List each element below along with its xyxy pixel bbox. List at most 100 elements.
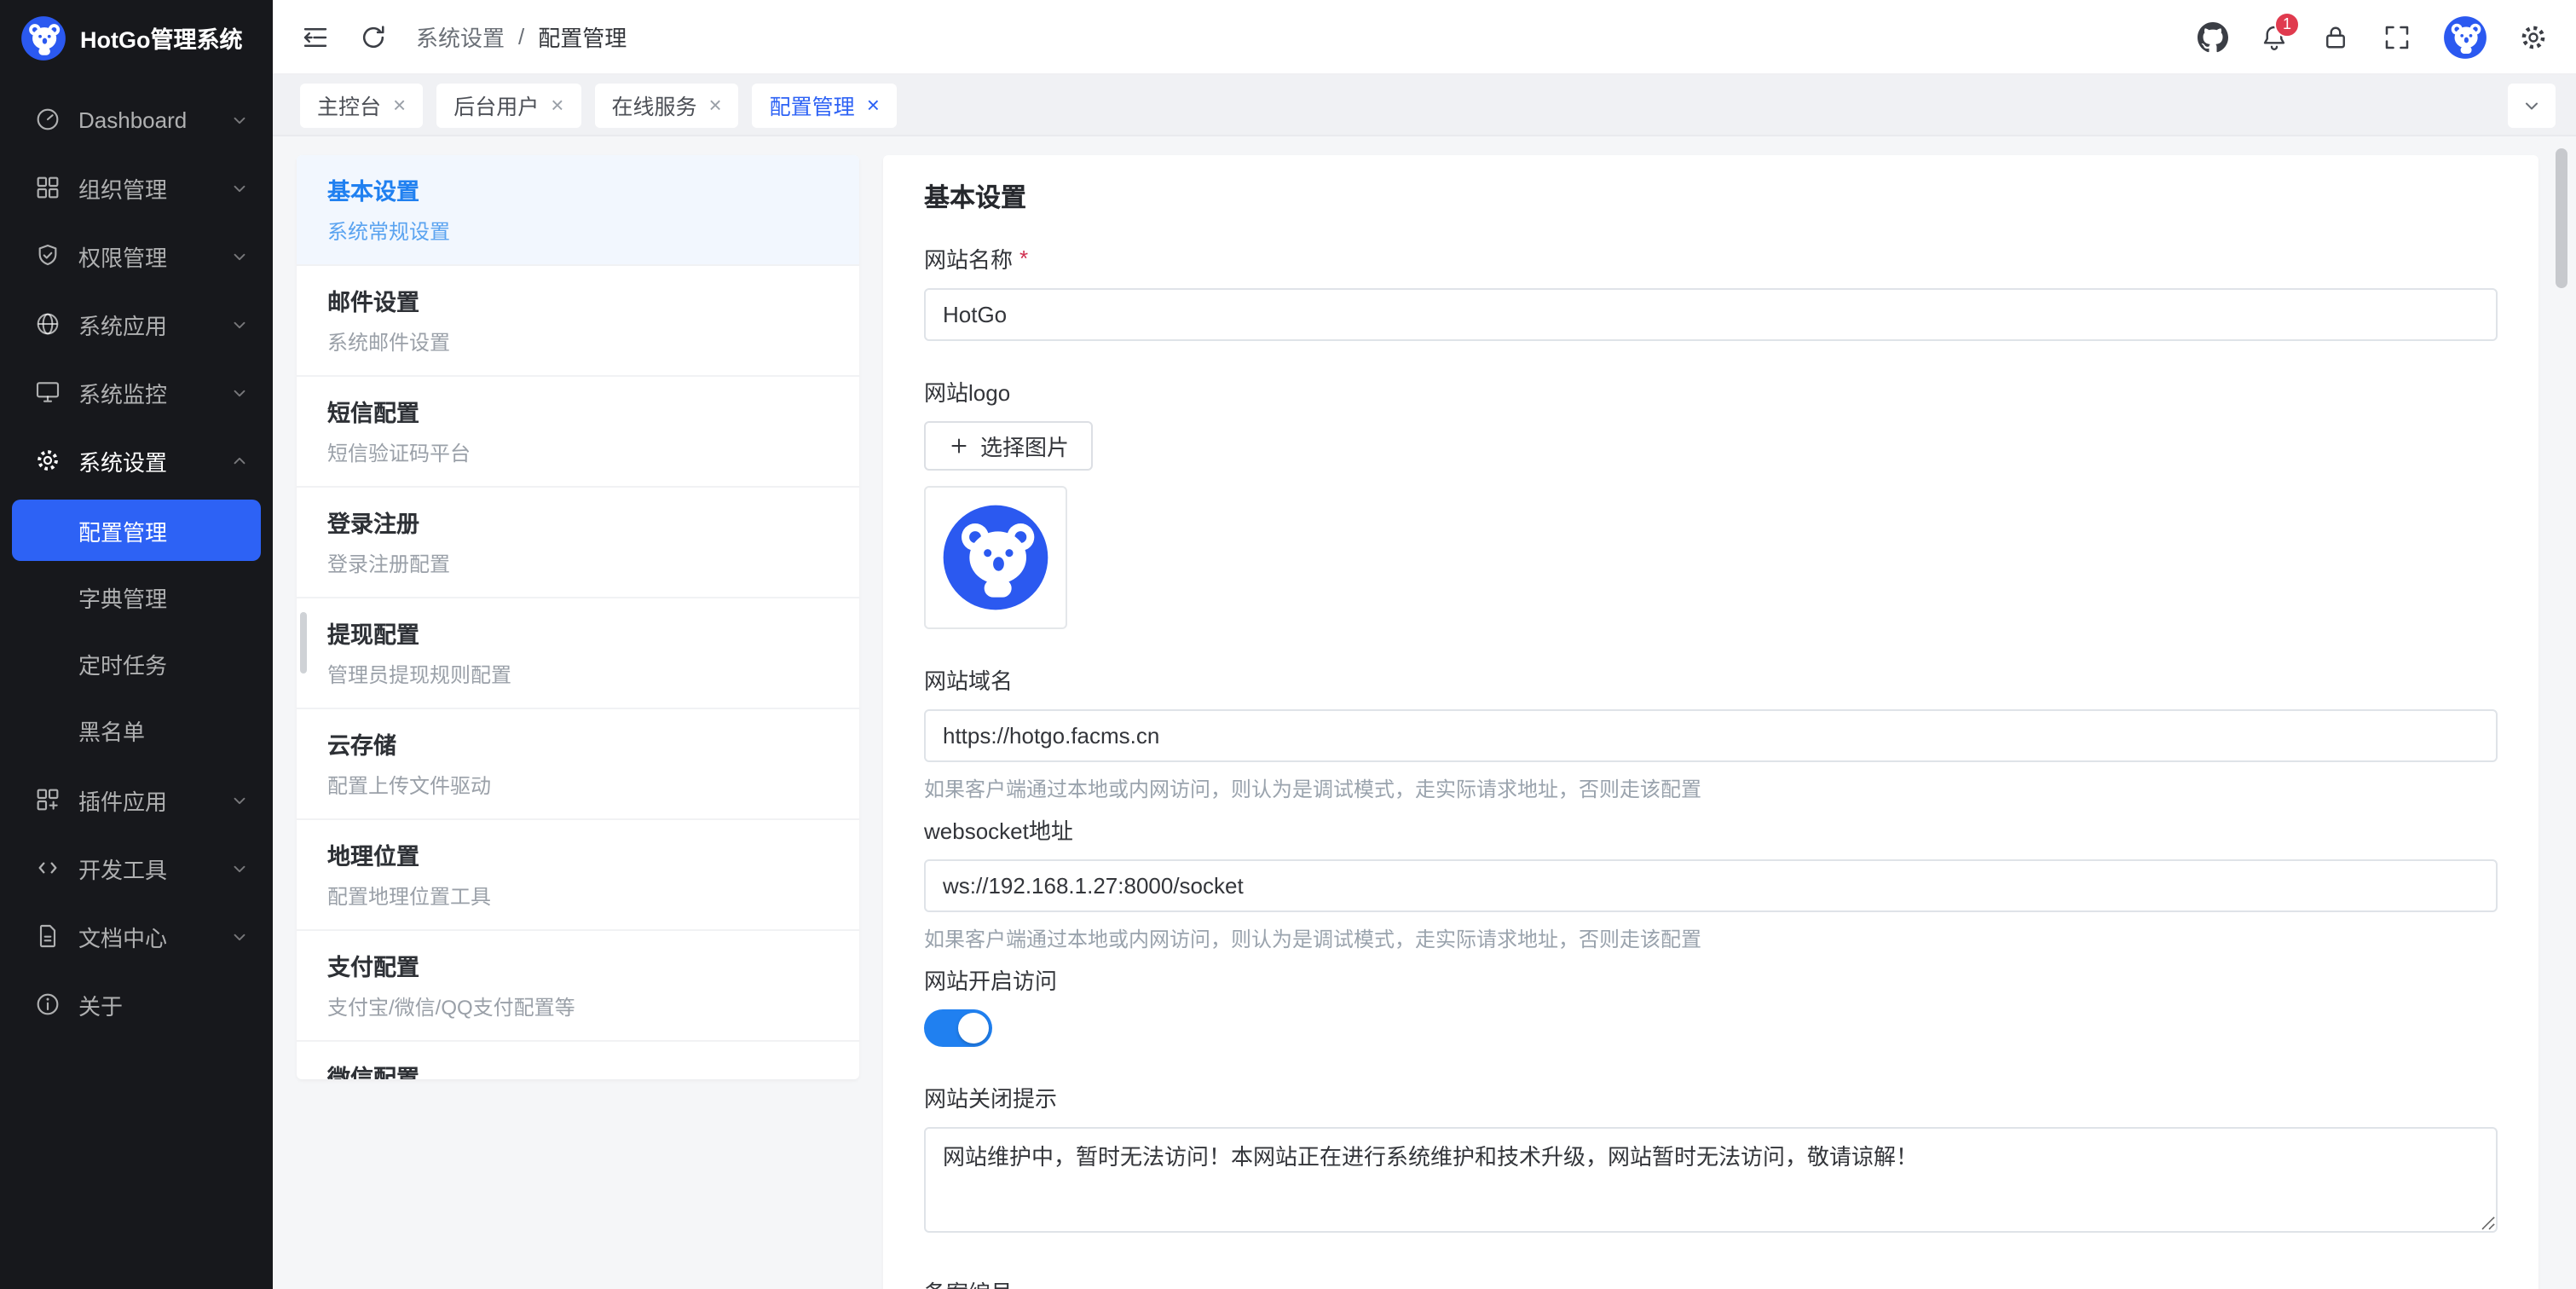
- settings-item-withdraw[interactable]: 提现配置 管理员提现规则配置: [297, 598, 859, 709]
- document-icon: [34, 922, 61, 950]
- logo-preview: [924, 486, 1067, 629]
- gear-icon: [34, 447, 61, 474]
- site-open-toggle[interactable]: [924, 1009, 992, 1047]
- sidebar-item-config-mgmt[interactable]: 配置管理: [12, 500, 261, 561]
- chevron-down-icon: [230, 110, 249, 129]
- tab-close-icon[interactable]: ×: [708, 94, 721, 116]
- chevron-down-icon: [230, 790, 249, 809]
- menu-fold-icon[interactable]: [300, 21, 331, 52]
- chevron-down-icon: [230, 178, 249, 197]
- settings-item-wechat[interactable]: 微信配置 公众号/开放平台/小程序配置等: [297, 1042, 859, 1079]
- monitor-icon: [34, 379, 61, 406]
- choose-image-button[interactable]: 选择图片: [924, 421, 1093, 471]
- tab-dashboard[interactable]: 主控台 ×: [300, 83, 423, 127]
- settings-item-email[interactable]: 邮件设置 系统邮件设置: [297, 266, 859, 377]
- tab-config-mgmt[interactable]: 配置管理 ×: [753, 83, 897, 127]
- page-scrollbar-thumb[interactable]: [2556, 148, 2567, 288]
- sidebar-item-devtools[interactable]: 开发工具: [0, 834, 273, 902]
- app-logo-icon: [20, 14, 66, 61]
- sidebar-submenu-settings: 配置管理 字典管理 定时任务 黑名单: [0, 500, 273, 760]
- github-icon[interactable]: [2198, 21, 2228, 52]
- header-actions: 1: [2198, 14, 2549, 59]
- settings-item-cloud-storage[interactable]: 云存储 配置上传文件驱动: [297, 709, 859, 820]
- shield-icon: [34, 242, 61, 269]
- sidebar-item-cron[interactable]: 定时任务: [12, 633, 261, 694]
- top-header: 系统设置 / 配置管理 1: [273, 0, 2576, 75]
- sidebar-item-about[interactable]: 关于: [0, 970, 273, 1038]
- main-column: 系统设置 / 配置管理 1 主控台 ×: [273, 0, 2576, 1289]
- tab-actions-dropdown[interactable]: [2508, 83, 2556, 127]
- content-area: 基本设置 系统常规设置 邮件设置 系统邮件设置 短信配置 短信验证码平台 登录注…: [273, 136, 2576, 1289]
- websocket-input[interactable]: [924, 859, 2498, 912]
- tab-online-service[interactable]: 在线服务 ×: [594, 83, 738, 127]
- chevron-down-icon: [230, 927, 249, 945]
- chevron-down-icon: [230, 858, 249, 877]
- close-tip-label: 网站关闭提示: [924, 1081, 2498, 1113]
- sidebar-item-settings[interactable]: 系统设置: [0, 426, 273, 494]
- site-logo-label: 网站logo: [924, 375, 2498, 408]
- plugin-icon: [34, 786, 61, 813]
- site-logo-image: [941, 503, 1050, 612]
- basic-settings-form: 基本设置 网站名称* 网站logo 选择图片 网站域名 如果客户端通过本地或内网…: [883, 155, 2538, 1289]
- breadcrumb-link-settings[interactable]: 系统设置: [416, 20, 505, 53]
- fullscreen-icon[interactable]: [2382, 21, 2412, 52]
- sidebar-menu: Dashboard 组织管理 权限管理 系统应用 系统监控: [0, 75, 273, 1038]
- sidebar-item-dashboard[interactable]: Dashboard: [0, 85, 273, 153]
- lock-icon[interactable]: [2320, 21, 2351, 52]
- panel-scrollbar-thumb[interactable]: [300, 612, 307, 673]
- close-tip-textarea[interactable]: 网站维护中，暂时无法访问！本网站正在进行系统维护和技术升级，网站暂时无法访问，敬…: [924, 1127, 2498, 1233]
- breadcrumb-current: 配置管理: [538, 20, 627, 53]
- tab-close-icon[interactable]: ×: [551, 94, 563, 116]
- app-logo-row[interactable]: HotGo管理系统: [0, 0, 273, 75]
- settings-item-basic[interactable]: 基本设置 系统常规设置: [297, 155, 859, 266]
- sidebar-item-sysapp[interactable]: 系统应用: [0, 290, 273, 358]
- sidebar-item-dict-mgmt[interactable]: 字典管理: [12, 566, 261, 627]
- sidebar-item-monitor[interactable]: 系统监控: [0, 358, 273, 426]
- gear-icon[interactable]: [2518, 21, 2549, 52]
- globe-icon: [34, 310, 61, 338]
- icp-label: 备案编号: [924, 1275, 2498, 1289]
- notification-button[interactable]: 1: [2259, 21, 2290, 52]
- app-window: HotGo管理系统 Dashboard 组织管理 权限管理 系统应用: [0, 0, 2576, 1289]
- refresh-icon[interactable]: [358, 21, 389, 52]
- plus-icon: [948, 435, 970, 457]
- sidebar-item-permission[interactable]: 权限管理: [0, 222, 273, 290]
- sidebar-item-plugins[interactable]: 插件应用: [0, 766, 273, 834]
- breadcrumb-separator: /: [518, 24, 524, 49]
- required-mark: *: [1019, 246, 1028, 271]
- breadcrumb: 系统设置 / 配置管理: [416, 20, 627, 53]
- tab-close-icon[interactable]: ×: [393, 94, 406, 116]
- settings-item-sms[interactable]: 短信配置 短信验证码平台: [297, 377, 859, 488]
- info-icon: [34, 991, 61, 1018]
- settings-item-payment[interactable]: 支付配置 支付宝/微信/QQ支付配置等: [297, 931, 859, 1042]
- site-domain-label: 网站域名: [924, 663, 2498, 696]
- tab-strip: 主控台 × 后台用户 × 在线服务 × 配置管理 ×: [273, 75, 2576, 136]
- org-grid-icon: [34, 174, 61, 201]
- chevron-down-icon: [2521, 95, 2542, 115]
- site-name-input[interactable]: [924, 288, 2498, 341]
- site-domain-help: 如果客户端通过本地或内网访问，则认为是调试模式，走实际请求地址，否则走该配置: [924, 774, 2498, 803]
- websocket-label: websocket地址: [924, 813, 2498, 846]
- settings-item-geo[interactable]: 地理位置 配置地理位置工具: [297, 820, 859, 931]
- chevron-down-icon: [230, 383, 249, 402]
- avatar[interactable]: [2443, 14, 2487, 59]
- section-title: 基本设置: [924, 179, 2498, 215]
- toggle-knob: [958, 1013, 989, 1043]
- site-name-label: 网站名称*: [924, 242, 2498, 275]
- site-open-label: 网站开启访问: [924, 963, 2498, 996]
- tab-close-icon[interactable]: ×: [867, 94, 880, 116]
- sidebar-item-docs[interactable]: 文档中心: [0, 902, 273, 970]
- sidebar-item-org[interactable]: 组织管理: [0, 153, 273, 222]
- settings-item-login[interactable]: 登录注册 登录注册配置: [297, 488, 859, 598]
- chevron-down-icon: [230, 246, 249, 265]
- settings-category-panel: 基本设置 系统常规设置 邮件设置 系统邮件设置 短信配置 短信验证码平台 登录注…: [297, 155, 859, 1079]
- tab-admin-users[interactable]: 后台用户 ×: [436, 83, 580, 127]
- chevron-up-icon: [230, 451, 249, 470]
- sidebar-item-blacklist[interactable]: 黑名单: [12, 699, 261, 760]
- code-icon: [34, 854, 61, 881]
- app-title: HotGo管理系统: [80, 20, 243, 55]
- site-domain-input[interactable]: [924, 709, 2498, 762]
- sidebar: HotGo管理系统 Dashboard 组织管理 权限管理 系统应用: [0, 0, 273, 1289]
- websocket-help: 如果客户端通过本地或内网访问，则认为是调试模式，走实际请求地址，否则走该配置: [924, 924, 2498, 953]
- dashboard-icon: [34, 106, 61, 133]
